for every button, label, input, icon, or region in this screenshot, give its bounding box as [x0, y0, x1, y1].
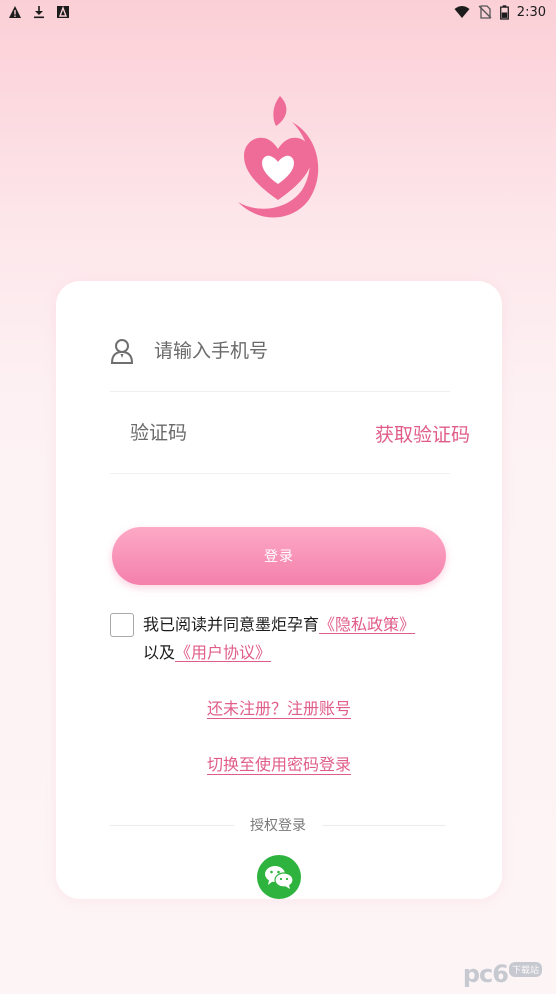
- warning-icon: [9, 6, 21, 18]
- agreement-middle: 以及: [143, 643, 176, 662]
- status-bar-left: [0, 5, 70, 19]
- user-agreement-link[interactable]: 《用户协议》: [175, 643, 271, 662]
- switch-password-login-link[interactable]: 切换至使用密码登录: [56, 751, 502, 775]
- register-link[interactable]: 还未注册？注册账号: [56, 695, 502, 719]
- agreement-checkbox[interactable]: [110, 613, 134, 637]
- agreement-prefix: 我已阅读并同意墨炬孕育: [143, 615, 320, 634]
- verification-code-input[interactable]: [128, 421, 375, 445]
- download-icon: [34, 6, 44, 19]
- heart-drop-logo-icon: [238, 96, 319, 218]
- code-row: 获取验证码: [110, 393, 470, 474]
- login-button[interactable]: 登录: [112, 527, 446, 585]
- auth-divider: 授权登录: [110, 815, 446, 835]
- privacy-policy-link[interactable]: 《隐私政策》: [319, 615, 415, 634]
- divider-line-right: [322, 824, 446, 826]
- user-icon: [110, 339, 134, 364]
- get-code-button[interactable]: 获取验证码: [375, 420, 470, 447]
- divider-line-left: [110, 824, 234, 826]
- phone-row: [110, 311, 450, 392]
- agreement-text: 我已阅读并同意墨炬孕育《隐私政策》 以及《用户协议》: [110, 611, 450, 667]
- phone-input[interactable]: [152, 339, 450, 363]
- login-card: 获取验证码 登录 我已阅读并同意墨炬孕育《隐私政策》 以及《用户协议》 还未注册…: [56, 281, 502, 899]
- wechat-login-button[interactable]: [257, 855, 301, 899]
- status-bar-right: 2:30: [454, 5, 556, 20]
- status-time: 2:30: [516, 4, 546, 20]
- wifi-icon: [454, 6, 470, 18]
- watermark-badge: 下载站: [508, 961, 542, 977]
- auth-login-label: 授权登录: [250, 818, 306, 834]
- app-notification-icon: [57, 6, 69, 18]
- status-bar: 2:30: [0, 0, 556, 24]
- wechat-icon: [265, 866, 294, 889]
- no-sim-icon: [478, 5, 492, 19]
- watermark-text: pc6: [462, 960, 509, 988]
- agreement-row: 我已阅读并同意墨炬孕育《隐私政策》 以及《用户协议》: [110, 611, 450, 667]
- pc6-watermark: pc6 下载站: [463, 960, 542, 988]
- battery-icon: [499, 4, 509, 20]
